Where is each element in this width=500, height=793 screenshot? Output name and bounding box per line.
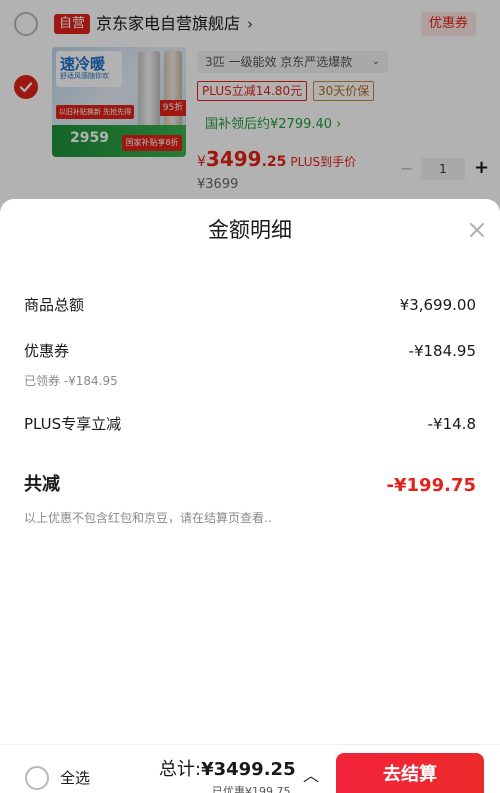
sheet-title: 金额明细 [208,218,292,242]
close-icon[interactable] [466,219,488,241]
total-prefix: 总计: [159,759,202,780]
row-value-plus-discount: -¥14.8 [427,415,476,433]
row-value-subtotal: ¥3,699.00 [399,296,476,314]
total-sum: 总计:¥3499.25 [159,758,296,782]
checkout-bar: 全选 总计:¥3499.25 已优惠¥199.75 ︿ 去结算 [0,744,500,793]
row-label-subtotal: 商品总额 [24,296,85,314]
row-label-plus-discount: PLUS专享立减 [24,415,122,433]
select-all-label[interactable]: 全选 [60,768,90,788]
total-amount: ¥3499.25 [201,759,296,780]
chevron-up-icon[interactable]: ︿ [303,762,319,786]
select-all-checkbox[interactable] [25,766,49,790]
row-value-coupon: -¥184.95 [408,342,476,360]
checkout-button[interactable]: 去结算 [336,753,484,793]
row-sub-coupon: 已领券 -¥184.95 [24,374,118,388]
row-label-coupon: 优惠券 [24,342,70,360]
discount-note: 以上优惠不包含红包和京豆，请在结算页查看.. [24,511,272,525]
total-discount-label: 共减 [24,474,60,495]
discount-summary: 已优惠¥199.75 [212,785,291,793]
total-discount-value: -¥199.75 [386,475,476,496]
amount-details-sheet [0,199,500,744]
